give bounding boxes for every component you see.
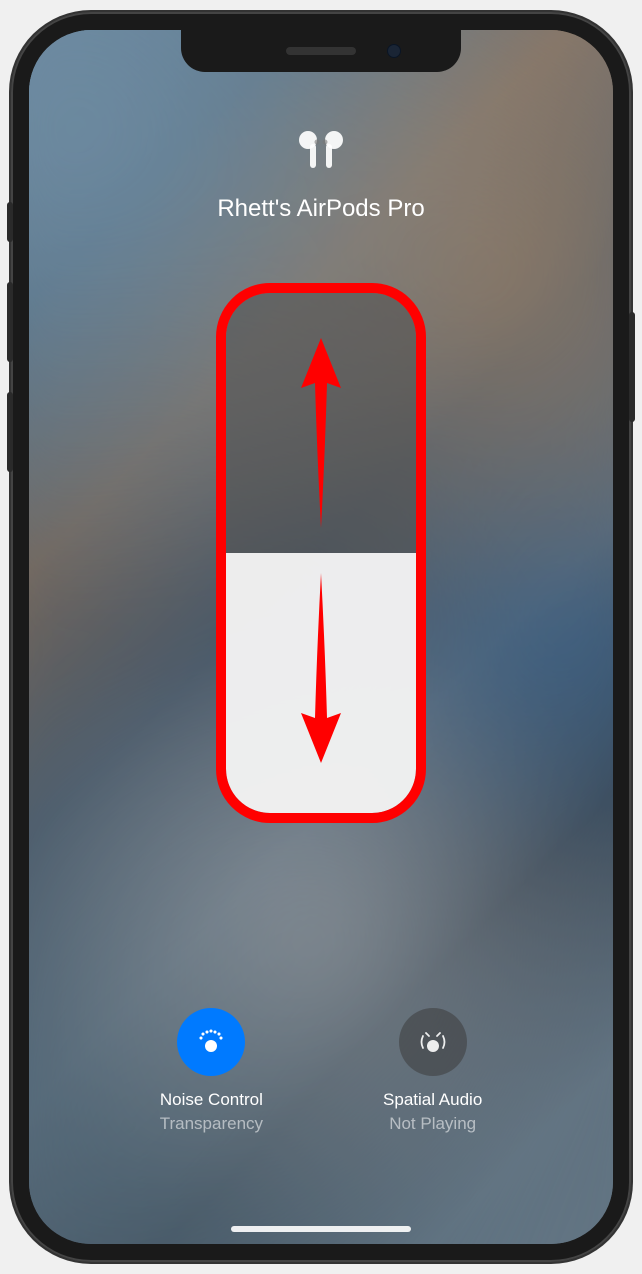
noise-control-transparency-icon xyxy=(193,1024,229,1060)
airpods-pro-icon xyxy=(293,130,349,179)
spatial-audio-value: Not Playing xyxy=(389,1114,476,1134)
noise-control-button[interactable]: Noise Control Transparency xyxy=(160,1008,263,1134)
front-camera xyxy=(387,44,401,58)
volume-slider[interactable] xyxy=(226,293,416,813)
noise-control-label: Noise Control xyxy=(160,1090,263,1110)
volume-down-button xyxy=(7,392,13,472)
bottom-controls-row: Noise Control Transparency xyxy=(29,1008,613,1134)
speaker-grille xyxy=(286,47,356,55)
power-button xyxy=(629,312,635,422)
screen: Rhett's AirPods Pro xyxy=(29,30,613,1244)
notch xyxy=(181,30,461,72)
spatial-audio-label: Spatial Audio xyxy=(383,1090,482,1110)
device-name-label: Rhett's AirPods Pro xyxy=(217,195,424,223)
mute-switch xyxy=(7,202,13,242)
home-indicator[interactable] xyxy=(231,1226,411,1232)
spatial-audio-icon xyxy=(415,1024,451,1060)
noise-control-value: Transparency xyxy=(160,1114,263,1134)
volume-slider-container xyxy=(226,293,416,813)
control-center-volume-panel: Rhett's AirPods Pro xyxy=(29,30,613,1244)
iphone-device-frame: Rhett's AirPods Pro xyxy=(11,12,631,1262)
volume-fill xyxy=(226,553,416,813)
spatial-audio-circle xyxy=(399,1008,467,1076)
spatial-audio-button[interactable]: Spatial Audio Not Playing xyxy=(383,1008,482,1134)
volume-up-button xyxy=(7,282,13,362)
noise-control-circle xyxy=(177,1008,245,1076)
